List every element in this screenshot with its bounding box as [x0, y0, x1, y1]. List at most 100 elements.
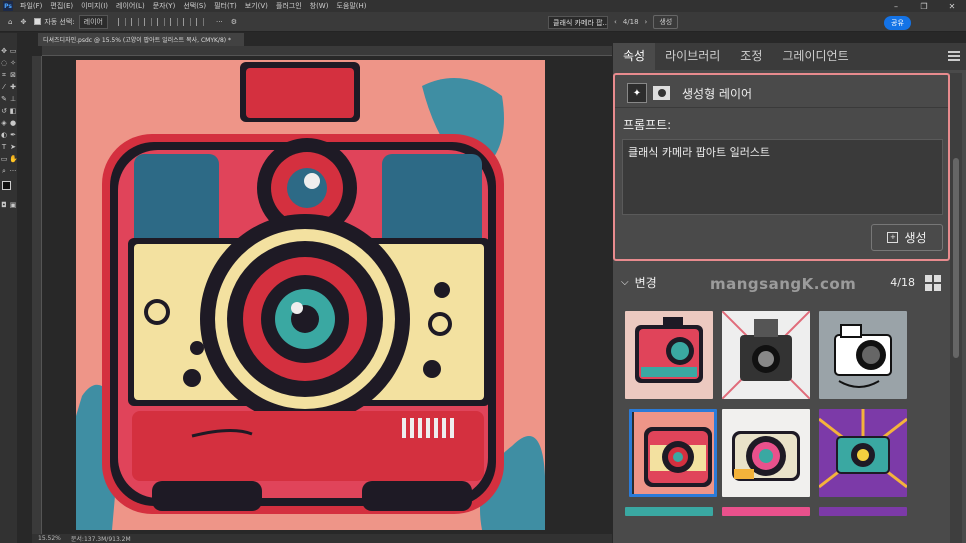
history-brush-icon[interactable]: ↺	[0, 107, 8, 115]
variation-nav: 4/18	[622, 18, 639, 26]
document-tab[interactable]: 디셔즈디자인.psdc @ 15.5% (고양이 팝아트 일러스트 복사, CM…	[38, 33, 244, 46]
variation-thumbnail-selected[interactable]	[629, 409, 717, 497]
align-center-icon[interactable]	[131, 17, 139, 26]
watermark: mangsangK.com	[710, 275, 857, 293]
chevron-down-icon[interactable]: ⌵	[621, 277, 629, 288]
menu-layer[interactable]: 레이어(L)	[112, 1, 149, 11]
auto-select-dropdown[interactable]: 레이어	[78, 14, 108, 29]
align-bottom-icon[interactable]	[183, 17, 191, 26]
maximize-button[interactable]: ❐	[910, 2, 938, 11]
align-buttons	[118, 17, 204, 26]
auto-select-checkbox[interactable]	[34, 18, 42, 25]
tab-libraries[interactable]: 라이브러리	[655, 43, 730, 70]
next-variation-icon[interactable]: ›	[645, 18, 648, 26]
menu-help[interactable]: 도움말(H)	[332, 1, 370, 11]
variation-thumbnail[interactable]	[819, 311, 907, 399]
move-tool-icon[interactable]: ✥	[20, 18, 26, 26]
path-select-icon[interactable]: ➤	[9, 143, 17, 151]
home-icon[interactable]: ⌂	[8, 18, 12, 26]
tab-adjustments[interactable]: 조정	[730, 43, 772, 70]
color-swatches[interactable]	[1, 181, 16, 195]
status-bar: 15.52% 문서:137.3M/913.2M	[32, 534, 612, 543]
pen-icon[interactable]: ✒	[9, 131, 17, 139]
zoom-icon[interactable]: ⌕	[0, 167, 8, 175]
canvas-area[interactable]	[42, 56, 612, 534]
photoshop-window: Ps 파일(F) 편집(E) 이미지(I) 레이어(L) 문자(Y) 선택(S)…	[0, 0, 966, 543]
menu-plugins[interactable]: 플러그인	[272, 1, 306, 11]
auto-select-option[interactable]: 자동 선택: 레이어	[34, 14, 108, 29]
distribute-icon[interactable]	[196, 17, 204, 26]
align-top-icon[interactable]	[157, 17, 165, 26]
menu-filter[interactable]: 필터(T)	[210, 1, 241, 11]
panel-scrollbar[interactable]	[950, 73, 962, 543]
dodge-icon[interactable]: ◐	[0, 131, 8, 139]
type-icon[interactable]: T	[0, 143, 8, 151]
generate-button[interactable]: + 생성	[871, 224, 943, 251]
prompt-label: 프롬프트:	[623, 118, 672, 132]
variation-thumbnail[interactable]	[819, 409, 907, 497]
generate-prompt-input[interactable]: 클래식 카메라 팝...	[548, 15, 608, 29]
layer-type-row: ✦ 생성형 레이어	[627, 83, 752, 103]
healing-icon[interactable]: ✚	[9, 83, 17, 91]
screen-mode-icon[interactable]: ▣	[9, 201, 17, 209]
generate-label: 생성	[904, 231, 927, 245]
window-controls: – ❐ ✕	[882, 2, 966, 11]
more-tools-icon[interactable]: ···	[9, 167, 17, 175]
ruler-horizontal	[42, 46, 612, 56]
panel-tabs: 속성 라이브러리 조정 그레이디언트	[613, 43, 966, 70]
options-bar: ⌂ ✥ 자동 선택: 레이어 ··· ⚙ 클래식 카메라 팝... ‹ 4/18…	[0, 12, 966, 32]
stamp-icon[interactable]: ⊥	[9, 95, 17, 103]
menu-window[interactable]: 창(W)	[306, 1, 333, 11]
eraser-icon[interactable]: ◧	[9, 107, 17, 115]
artwork[interactable]	[42, 56, 612, 534]
menu-edit[interactable]: 편집(E)	[46, 1, 77, 11]
generate-button-top[interactable]: 생성	[653, 15, 679, 29]
align-left-icon[interactable]	[118, 17, 126, 26]
menu-select[interactable]: 선택(S)	[179, 1, 210, 11]
quick-mask-icon[interactable]: ◘	[0, 201, 8, 209]
brush-icon[interactable]: ✎	[0, 95, 8, 103]
hand-icon[interactable]: ✋	[9, 155, 18, 163]
prompt-input[interactable]: 클래식 카메라 팝아트 일러스트	[622, 139, 943, 215]
ruler-vertical	[32, 56, 42, 534]
eyedropper-icon[interactable]: ⁄	[0, 83, 8, 91]
blur-icon[interactable]: ●	[9, 119, 17, 127]
lasso-icon[interactable]: ◌	[0, 59, 8, 67]
menu-type[interactable]: 문자(Y)	[149, 1, 180, 11]
variation-thumbnail[interactable]	[625, 311, 713, 399]
align-right-icon[interactable]	[144, 17, 152, 26]
variation-thumbnail[interactable]	[819, 507, 907, 516]
document-info[interactable]: 문서:137.3M/913.2M	[71, 534, 131, 543]
variation-thumbnail[interactable]	[722, 507, 810, 516]
frame-icon[interactable]: ⊠	[9, 71, 17, 79]
zoom-level[interactable]: 15.52%	[38, 535, 61, 542]
bucket-icon[interactable]: ◈	[0, 119, 8, 127]
marquee-icon[interactable]: ▭	[9, 47, 17, 55]
more-options-button[interactable]: ···	[216, 18, 223, 26]
menu-view[interactable]: 보기(V)	[241, 1, 272, 11]
panel-menu-icon[interactable]	[948, 51, 960, 61]
minimize-button[interactable]: –	[882, 2, 910, 11]
tab-gradients[interactable]: 그레이디언트	[772, 43, 858, 70]
gear-icon[interactable]: ⚙	[231, 18, 237, 26]
app-logo: Ps	[3, 1, 13, 11]
variations-grid	[625, 311, 907, 516]
menu-image[interactable]: 이미지(I)	[77, 1, 112, 11]
menu-file[interactable]: 파일(F)	[16, 1, 46, 11]
variation-thumbnail[interactable]	[722, 311, 810, 399]
prev-variation-icon[interactable]: ‹	[614, 18, 617, 26]
shape-icon[interactable]: ▭	[0, 155, 8, 163]
magic-wand-icon[interactable]: ✧	[9, 59, 17, 67]
share-button[interactable]: 공유	[884, 16, 911, 30]
variation-thumbnail[interactable]	[625, 507, 713, 516]
variations-label: 변경	[634, 276, 657, 290]
grid-view-icon[interactable]	[925, 274, 941, 291]
variation-thumbnail[interactable]	[722, 409, 810, 497]
crop-icon[interactable]: ⌗	[0, 71, 8, 79]
align-middle-icon[interactable]	[170, 17, 178, 26]
move-icon[interactable]: ✥	[0, 47, 8, 55]
close-button[interactable]: ✕	[938, 2, 966, 11]
mask-icon[interactable]	[653, 86, 670, 100]
tab-properties[interactable]: 속성	[613, 43, 656, 70]
contextual-generate-bar: 클래식 카메라 팝... ‹ 4/18 › 생성	[548, 15, 679, 29]
